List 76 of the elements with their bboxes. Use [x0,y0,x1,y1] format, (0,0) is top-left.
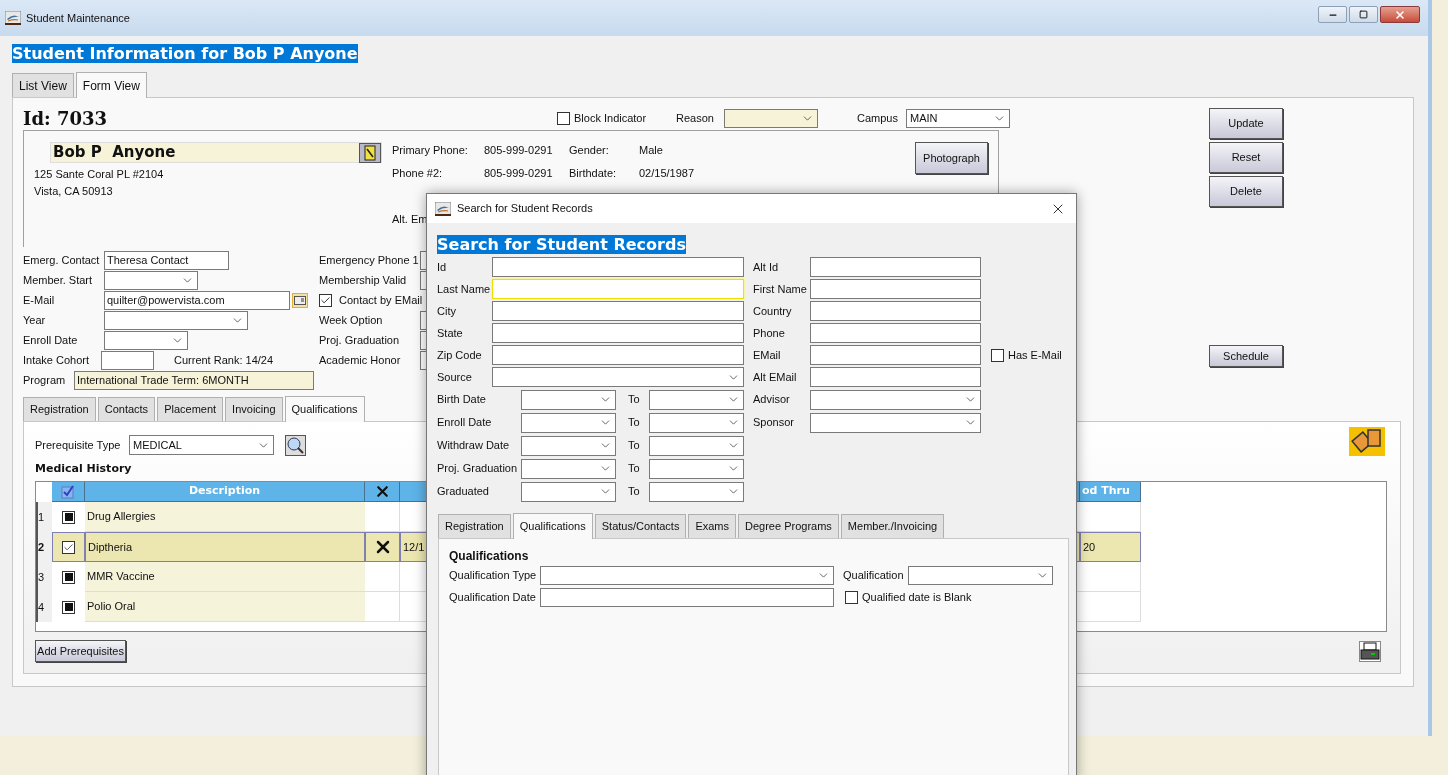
field-label: Prerequisite Type [35,437,122,453]
field-label: EMail [753,347,782,363]
field-label: Gender: [569,143,610,159]
field-label: To [628,438,641,454]
column-header: od Thru [1080,482,1141,502]
personal-value: 02/15/1987 [639,166,695,182]
field-label: Birth Date [437,392,487,408]
field-label: Qualification Date [449,589,537,605]
row-number: 3 [36,562,52,592]
field-label: Phone #2: [392,166,444,182]
table-cell: Polio Oral [85,592,365,622]
field-label: Block Indicator [574,110,648,126]
field-label: Academic Honor [319,352,402,368]
phone-value: 805-999-0291 [484,143,554,159]
field-label: Emerg. Contact [23,252,101,268]
table-cell: MMR Vaccine [85,562,365,592]
field-label: State [437,325,463,341]
field-label: E-Mail [23,292,56,308]
row-number: 4 [36,592,52,622]
page-heading: Student Information for Bob P Anyone [12,44,358,63]
field-label: Proj. Graduation [319,332,401,348]
field-label: Alt Id [753,259,780,275]
current-rank: Current Rank: 14/24 [174,352,274,368]
field-label: Membership Valid [319,272,408,288]
field-label: Enroll Date [23,332,79,348]
table-cell: Diptheria [85,532,365,562]
dialog-heading: Search for Student Records [437,235,686,254]
field-label: Zip Code [437,347,482,363]
field-label: Qualified date is Blank [862,589,972,605]
section-title: Qualifications [449,548,529,564]
student-id: Id: 7033 [23,106,108,131]
field-label: Sponsor [753,415,795,431]
row-number: 1 [36,502,52,532]
field-label: To [628,484,641,500]
field-label: Enroll Date [437,415,493,431]
field-label: Proj. Graduation [437,461,519,477]
field-label: Year [23,312,47,328]
field-label: Program [23,372,67,388]
field-label: To [628,392,641,408]
field-label: Contact by EMail [339,292,423,308]
field-label: Advisor [753,392,791,408]
field-label: Has E-Mail [1008,347,1062,363]
field-label: Source [437,369,472,385]
field-label: Campus [857,110,899,126]
row-number: 2 [36,532,52,562]
field-label: To [628,461,641,477]
field-label: Graduated [437,484,490,500]
field-label: Withdraw Date [437,438,511,454]
column-header: Description [85,482,365,502]
personal-value: Male [639,143,663,159]
field-label: First Name [753,281,808,297]
address-line: Vista, CA 50913 [34,183,114,199]
window-title: Student Maintenance [26,10,130,26]
dialog-title: Search for Student Records [457,201,593,217]
field-label: Country [753,303,793,319]
student-name: Bob P Anyone [53,142,176,164]
field-label: To [628,415,641,431]
field-label: Primary Phone: [392,143,469,159]
section-title: Medical History [35,461,132,477]
field-label: Week Option [319,312,384,328]
phone-value: 805-999-0291 [484,166,554,182]
field-label: Birthdate: [569,166,618,182]
field-label: Qualification [843,567,905,583]
field-label: Qualification Type [449,567,538,583]
field-label: Id [437,259,447,275]
field-label: Phone [753,325,786,341]
address-line: 125 Sante Coral PL #2104 [34,167,165,182]
field-label: Last Name [437,281,491,297]
field-label: Alt EMail [753,369,798,385]
field-label: City [437,303,456,319]
field-label: Emergency Phone 1 [319,252,420,268]
field-label: Member. Start [23,272,94,288]
table-cell: Drug Allergies [85,502,365,532]
field-label: Reason [676,110,715,126]
field-label: Intake Cohort [23,352,91,368]
table-cell: 20 [1080,532,1141,562]
